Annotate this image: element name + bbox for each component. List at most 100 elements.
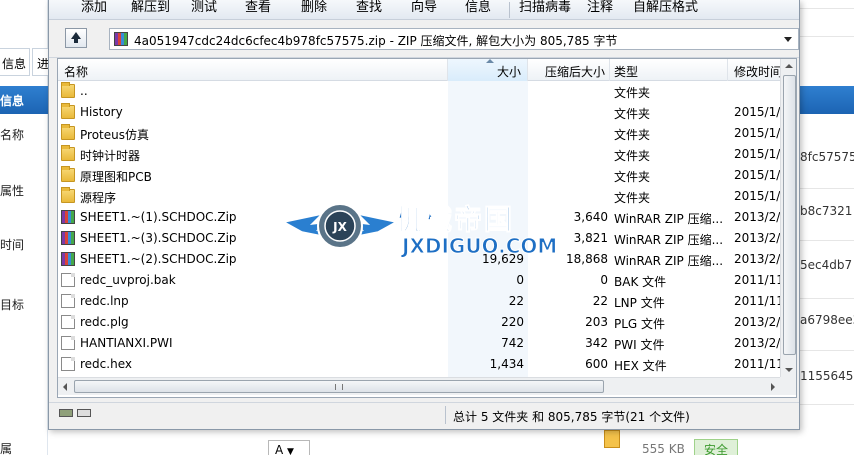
file-type: PLG 文件	[614, 317, 666, 331]
bg-label-attr2: 属	[0, 442, 13, 455]
bg-hash: 8fc57575	[800, 150, 854, 164]
file-icon	[61, 273, 75, 287]
file-icon	[61, 336, 75, 350]
file-type: 文件夹	[614, 149, 651, 163]
file-packed-size: 342	[585, 336, 608, 350]
chevron-down-icon[interactable]	[784, 37, 792, 42]
sfx-button[interactable]: 自解压格式	[633, 0, 698, 20]
file-row[interactable]: 时钟计时器 文件夹 2015/1/4	[58, 144, 780, 165]
bg-hash: 1155645	[800, 369, 854, 383]
wizard-button[interactable]: 向导	[411, 0, 437, 20]
virus-scan-button[interactable]: 扫描病毒	[519, 0, 571, 20]
file-row[interactable]: History 文件夹 2015/1/4	[58, 102, 780, 123]
key-icon[interactable]	[77, 409, 91, 417]
path-field[interactable]: 4a051947cdc24dc6cfec4b978fc57575.zip - Z…	[109, 28, 799, 50]
file-packed-size: 203	[585, 315, 608, 329]
document-icon	[604, 430, 620, 448]
file-modified: 2013/2/4	[734, 210, 780, 224]
bg-tab-info[interactable]: 信息	[0, 48, 30, 76]
file-modified: 2013/2/4	[734, 252, 780, 266]
file-modified: 2015/1/4	[734, 189, 780, 203]
file-size: 742	[501, 336, 524, 350]
delete-button[interactable]: 删除	[301, 0, 327, 20]
file-icon	[61, 357, 75, 371]
scroll-left-icon[interactable]	[63, 383, 67, 391]
folder-icon	[61, 145, 75, 161]
add-button[interactable]: 添加	[81, 0, 107, 20]
file-name: HANTIANXI.PWI	[80, 336, 173, 350]
file-type: LNP 文件	[614, 296, 665, 310]
file-packed-size: 600	[585, 357, 608, 371]
comment-button[interactable]: 注释	[587, 0, 613, 20]
info-button[interactable]: 信息	[465, 0, 491, 20]
drive-icon[interactable]	[59, 409, 73, 417]
file-name: Proteus仿真	[80, 128, 149, 142]
vertical-scrollbar[interactable]	[780, 59, 796, 377]
extract-to-button[interactable]: 解压到	[131, 0, 170, 20]
scroll-thumb[interactable]	[783, 75, 796, 355]
folder-icon	[61, 82, 75, 98]
file-name: ..	[80, 84, 88, 98]
status-bar: 总计 5 文件夹 和 805,785 字节(21 个文件)	[49, 402, 799, 426]
scroll-thumb-horizontal[interactable]	[74, 380, 604, 393]
file-modified: 2015/1/4	[734, 168, 780, 182]
file-size: 1,434	[489, 357, 524, 371]
column-name[interactable]: 名称	[58, 59, 448, 81]
file-row[interactable]: redc.lnp 22 22 LNP 文件 2011/11	[58, 291, 780, 312]
column-size[interactable]: 大小	[448, 59, 528, 81]
scroll-up-icon[interactable]	[785, 64, 793, 68]
watermark-logo: JX 机械帝国 JXDIGUO.COM	[281, 196, 574, 260]
toolbar-divider	[509, 2, 510, 18]
bg-right-header	[800, 86, 854, 114]
file-name: 源程序	[80, 191, 117, 205]
zip-archive-icon	[61, 210, 75, 224]
view-button[interactable]: 查看	[245, 0, 271, 20]
folder-icon	[61, 187, 75, 203]
file-type: HEX 文件	[614, 359, 667, 373]
column-packed[interactable]: 压缩后大小	[528, 59, 610, 81]
toolbar: 添加 解压到 测试 查看 删除 查找 向导 信息 扫描病毒 注释 自解压格式	[49, 0, 799, 20]
scroll-right-icon[interactable]	[771, 383, 775, 391]
test-button[interactable]: 测试	[191, 0, 217, 20]
file-row[interactable]: redc.hex 1,434 600 HEX 文件 2011/11	[58, 354, 780, 375]
bg-label-attr: 属性	[0, 184, 25, 198]
file-icon	[61, 294, 75, 308]
address-bar: 4a051947cdc24dc6cfec4b978fc57575.zip - Z…	[49, 20, 799, 58]
bg-hash: a6798ee3	[800, 313, 854, 327]
file-name: redc.plg	[80, 315, 129, 329]
file-modified: 2015/1/4	[734, 105, 780, 119]
file-modified: 2013/2/4	[734, 231, 780, 245]
file-icon	[61, 315, 75, 329]
file-row[interactable]: Proteus仿真 文件夹 2015/1/4	[58, 123, 780, 144]
file-name: 原理图和PCB	[80, 170, 152, 184]
up-folder-button[interactable]	[65, 28, 87, 48]
file-name: redc_uvproj.bak	[80, 273, 176, 287]
bg-label-time: 时间	[0, 238, 25, 252]
file-row[interactable]: 原理图和PCB 文件夹 2015/1/4	[58, 165, 780, 186]
file-row[interactable]: HANTIANXI.PWI 742 342 PWI 文件 2013/2/4	[58, 333, 780, 354]
file-modified: 2013/2/4	[734, 315, 780, 329]
background-bottom-strip: d400d5b86c1bb7cdd85b48bc151af60 A ▼ 555 …	[48, 418, 800, 455]
file-modified: 2011/11	[734, 357, 780, 371]
zip-archive-icon	[61, 252, 75, 266]
archive-icon	[114, 32, 128, 46]
bg-file-size: 555 KB	[642, 442, 685, 455]
column-type[interactable]: 类型	[610, 59, 728, 81]
file-name: SHEET1.~(2).SCHDOC.Zip	[80, 252, 237, 266]
scroll-down-icon[interactable]	[785, 368, 793, 372]
find-button[interactable]: 查找	[356, 0, 382, 20]
file-modified: 2011/11	[734, 294, 780, 308]
zip-archive-icon	[61, 231, 75, 245]
file-type: WinRAR ZIP 压缩...	[614, 233, 724, 247]
watermark-title: 机械帝国	[393, 203, 515, 237]
file-row[interactable]: redc.plg 220 203 PLG 文件 2013/2/4	[58, 312, 780, 333]
file-row[interactable]: .. 文件夹	[58, 81, 780, 102]
horizontal-scrollbar[interactable]	[58, 377, 780, 395]
safe-badge: 安全	[694, 439, 738, 455]
file-type: 文件夹	[614, 170, 651, 184]
file-name: redc.lnp	[80, 294, 129, 308]
folder-icon	[61, 103, 75, 119]
bg-select[interactable]: A ▼	[268, 440, 310, 455]
file-row[interactable]: redc_uvproj.bak 0 0 BAK 文件 2011/11	[58, 270, 780, 291]
file-modified: 2013/2/4	[734, 336, 780, 350]
